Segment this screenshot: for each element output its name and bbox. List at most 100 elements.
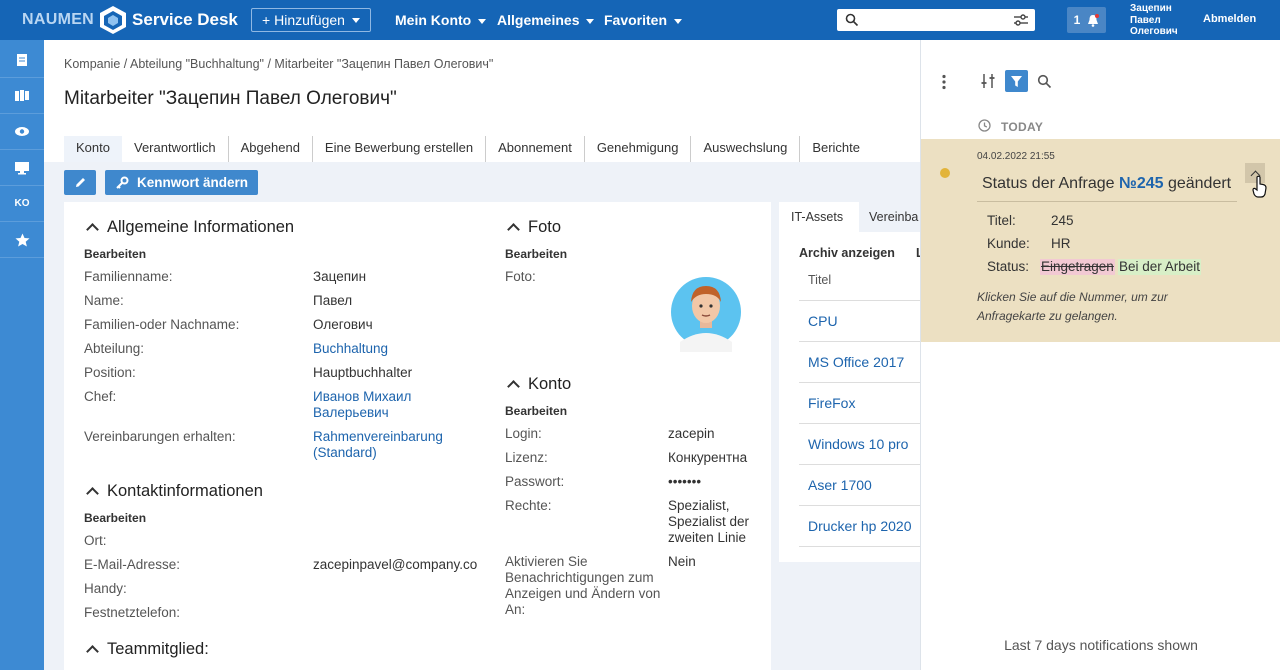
- section-contact-header[interactable]: Kontaktinformationen: [86, 482, 263, 501]
- asset-row[interactable]: CPU: [799, 301, 920, 342]
- section-account-title: Konto: [528, 375, 572, 393]
- column-header-title[interactable]: Titel: [799, 268, 920, 301]
- chief-link-line: Иванов Михаил: [313, 389, 412, 404]
- agreement-link-line: Rahmenvereinbarung: [313, 429, 443, 444]
- sidebar-item-documents[interactable]: [0, 42, 44, 78]
- general-edit-link[interactable]: Bearbeiten: [84, 247, 146, 261]
- field-label: Vereinbarungen erhalten:: [84, 429, 236, 444]
- filter-button[interactable]: [1005, 70, 1028, 92]
- tab-abonnement[interactable]: Abonnement: [486, 136, 585, 162]
- add-button[interactable]: + Hinzufügen: [251, 8, 371, 32]
- section-account-header[interactable]: Konto: [507, 375, 572, 394]
- photo-edit-link[interactable]: Bearbeiten: [505, 247, 567, 261]
- asset-row[interactable]: Drucker hp 2020: [799, 506, 920, 547]
- status-old: Eingetragen: [1040, 259, 1115, 275]
- asset-row[interactable]: FireFox: [799, 383, 920, 424]
- search-input[interactable]: [837, 9, 1035, 31]
- asset-row[interactable]: MS Office 2017: [799, 342, 920, 383]
- field-label: Chef:: [84, 389, 117, 404]
- ko-icon: KO: [14, 198, 30, 209]
- add-button-label: + Hinzufügen: [262, 12, 345, 28]
- field-value: Зацепин: [313, 269, 367, 284]
- notification-time: 04.02.2022 21:55: [977, 151, 1055, 162]
- edit-button[interactable]: [64, 170, 96, 195]
- menu-general-label: Allgemeines: [497, 12, 580, 28]
- account-edit-link[interactable]: Bearbeiten: [505, 404, 567, 418]
- sidebar-item-watch[interactable]: [0, 114, 44, 150]
- department-link[interactable]: Buchhaltung: [313, 341, 388, 357]
- settings-sliders-icon[interactable]: [980, 73, 996, 89]
- top-bar: NAUMEN Service Desk + Hinzufügen Mein Ko…: [0, 0, 1280, 40]
- brand-right: Service Desk: [132, 10, 238, 29]
- key-icon: [116, 176, 129, 189]
- section-general-header[interactable]: Allgemeine Informationen: [86, 218, 294, 237]
- sidebar-item-monitor[interactable]: [0, 150, 44, 186]
- notification-hint: Klicken Sie auf die Nummer, um zur Anfra…: [977, 290, 1168, 323]
- sidebar-item-board[interactable]: [0, 78, 44, 114]
- section-photo-header[interactable]: Foto: [507, 218, 562, 237]
- tab-auswechslung[interactable]: Auswechslung: [691, 136, 801, 162]
- agreement-link[interactable]: Rahmenvereinbarung (Standard): [313, 429, 443, 461]
- label-line: Aktivieren Sie: [505, 554, 588, 569]
- page-title: Mitarbeiter "Зацепин Павел Олегович": [64, 88, 397, 109]
- rights-line: Spezialist,: [668, 498, 730, 513]
- tab-agreements[interactable]: Vereinba: [859, 202, 920, 232]
- breadcrumb[interactable]: Kompanie / Abteilung "Buchhaltung" / Mit…: [64, 57, 493, 71]
- request-number-link[interactable]: №245: [1119, 175, 1164, 192]
- field-value: Конкурентна: [668, 450, 748, 465]
- main-content: Kompanie / Abteilung "Buchhaltung" / Mit…: [44, 40, 924, 670]
- notification-item[interactable]: 04.02.2022 21:55 Status der Anfrage №245…: [921, 139, 1280, 342]
- search-icon: [845, 13, 859, 27]
- sidebar-item-favorites[interactable]: [0, 222, 44, 258]
- filter-settings-icon[interactable]: [1013, 13, 1029, 27]
- logo[interactable]: NAUMEN Service Desk: [22, 5, 238, 35]
- chief-link[interactable]: Иванов Михаил Валерьевич: [313, 389, 411, 421]
- user-name[interactable]: Зацепин Павел Олегович: [1130, 3, 1178, 38]
- status-new: Bei der Arbeit: [1118, 259, 1202, 275]
- section-photo-title: Foto: [528, 218, 562, 236]
- notifications-setting-label: Aktivieren Sie Benachrichtigungen zum Anze…: [505, 554, 660, 618]
- eye-icon: [15, 127, 29, 136]
- contact-edit-link[interactable]: Bearbeiten: [84, 511, 146, 525]
- menu-favorites[interactable]: Favoriten: [604, 12, 683, 28]
- tab-konto[interactable]: Konto: [64, 136, 122, 162]
- sidebar: KO: [0, 40, 44, 670]
- menu-general[interactable]: Allgemeines: [497, 12, 595, 28]
- tab-genehmigung[interactable]: Genehmigung: [585, 136, 692, 162]
- asset-row[interactable]: Windows 10 pro: [799, 424, 920, 465]
- notifications-button[interactable]: 1: [1067, 7, 1106, 33]
- field-label: Rechte:: [505, 498, 552, 513]
- field-value: HR: [1051, 236, 1071, 251]
- sidebar-item-ko[interactable]: KO: [0, 186, 44, 222]
- search-icon[interactable]: [1037, 74, 1052, 89]
- tab-bar: Konto Verantwortlich Abgehend Eine Bewer…: [64, 136, 872, 162]
- filter-icon: [1011, 75, 1022, 87]
- logout-link[interactable]: Abmelden: [1203, 13, 1256, 25]
- chevron-up-icon: [86, 223, 99, 236]
- asset-row[interactable]: Aser 1700: [799, 465, 920, 506]
- more-vertical-icon[interactable]: [941, 74, 947, 90]
- tab-abgehend[interactable]: Abgehend: [229, 136, 313, 162]
- title-text: geändert: [1163, 175, 1232, 192]
- tab-berichte[interactable]: Berichte: [800, 136, 872, 162]
- notifications-footer: Last 7 days notifications shown: [1004, 637, 1198, 653]
- tab-it-assets[interactable]: IT-Assets: [779, 202, 859, 232]
- notif-count: 1: [1073, 13, 1081, 27]
- field-label: E-Mail-Adresse:: [84, 557, 181, 572]
- change-password-button[interactable]: Kennwort ändern: [105, 170, 258, 195]
- menu-my-account[interactable]: Mein Konto: [395, 12, 487, 28]
- tab-verantwortlich[interactable]: Verantwortlich: [122, 136, 229, 162]
- tab-bewerbung[interactable]: Eine Bewerbung erstellen: [313, 136, 487, 162]
- field-value: Олегович: [313, 317, 373, 332]
- field-value: zacepin: [668, 426, 715, 441]
- field-label: Passwort:: [505, 474, 565, 489]
- chevron-down-icon: [674, 18, 683, 24]
- user-name-line: Зацепин: [1130, 3, 1172, 14]
- field-label: Familienname:: [84, 269, 173, 284]
- field-label: Login:: [505, 426, 542, 441]
- show-archive-link[interactable]: Archiv anzeigen: [799, 246, 895, 260]
- field-label: Foto:: [505, 269, 536, 284]
- email-value: zacepinpavel@company.co: [313, 557, 478, 572]
- section-team-header[interactable]: Teammitglied:: [86, 640, 209, 659]
- field-label: Familien-oder Nachname:: [84, 317, 240, 332]
